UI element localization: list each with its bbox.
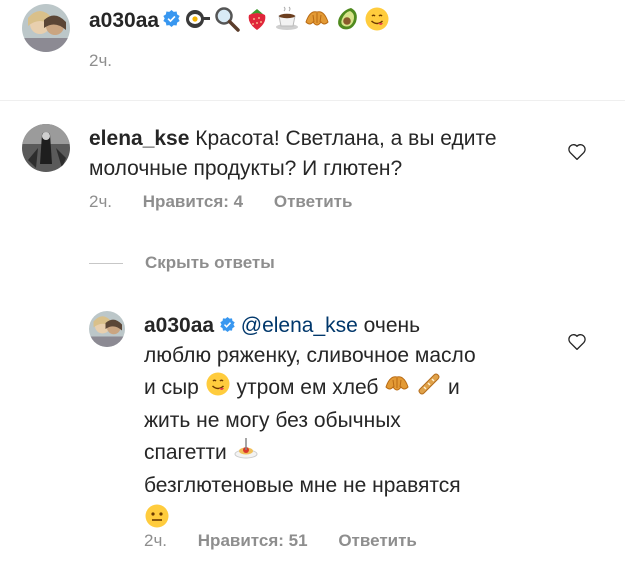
frying-pan-egg-icon xyxy=(184,6,211,37)
reply-time: 2ч. xyxy=(144,531,168,550)
magnifier-icon xyxy=(214,6,240,37)
verified-icon xyxy=(220,311,235,341)
comment-reply-button[interactable]: Ответить xyxy=(274,192,353,211)
mention-link[interactable]: @elena_kse xyxy=(241,314,358,337)
reply-line-5: спагетти xyxy=(144,436,544,471)
croissant-icon xyxy=(384,371,410,406)
post-meta: 2ч. xyxy=(89,51,138,71)
like-comment-heart-icon[interactable] xyxy=(567,143,587,166)
comment-body: elena_kse Красота! Светлана, а вы едите … xyxy=(89,124,559,184)
baguette-icon xyxy=(416,371,442,406)
comment-meta: 2ч. Нравится: 4 Ответить xyxy=(89,192,378,212)
reply-meta: 2ч. Нравится: 51 Ответить xyxy=(144,531,443,551)
reply-text-1: очень xyxy=(363,314,421,337)
reply-text-3b: утром ем хлеб xyxy=(236,376,379,400)
like-reply-heart-icon[interactable] xyxy=(567,333,587,356)
comment-time: 2ч. xyxy=(89,192,113,211)
reply-text-3c: и xyxy=(448,376,460,400)
avatar-elena-kse[interactable] xyxy=(22,124,70,172)
post-time: 2ч. xyxy=(89,51,113,70)
hide-replies-button[interactable]: Скрыть ответы xyxy=(145,253,275,273)
username[interactable]: a030aa xyxy=(89,9,159,33)
verified-icon xyxy=(163,10,180,32)
reply-username[interactable]: a030aa xyxy=(144,314,214,337)
reply-line-4: жить не могу без обычных xyxy=(144,409,401,433)
reply-text-5: спагетти xyxy=(144,441,227,465)
coffee-icon xyxy=(274,6,300,37)
croissant-icon xyxy=(304,6,330,37)
reply-body: a030aa @elena_kse очень люблю ряженку, с… xyxy=(144,311,544,538)
reply-reply-button[interactable]: Ответить xyxy=(338,531,417,550)
reply-line-6: безглютеновые мне не нравятся xyxy=(144,474,461,498)
reply-line-1: a030aa @elena_kse очень xyxy=(144,311,544,341)
strawberry-icon xyxy=(244,6,270,37)
reply-likes[interactable]: Нравится: 51 xyxy=(198,531,308,550)
hide-replies-line xyxy=(89,263,123,264)
avocado-icon xyxy=(334,6,360,37)
comment-likes[interactable]: Нравится: 4 xyxy=(143,192,243,211)
avatar-a030aa[interactable] xyxy=(22,4,70,52)
reply-line-3: и сыр утром ем хлеб и xyxy=(144,371,544,406)
yum-face-icon xyxy=(364,6,390,37)
spaghetti-icon xyxy=(233,436,259,471)
comment-username[interactable]: elena_kse xyxy=(89,127,189,150)
post-author-row: a030aa xyxy=(89,4,390,38)
yum-face-icon xyxy=(205,371,231,406)
reply-line-2: люблю ряженку, сливочное масло xyxy=(144,344,476,368)
divider xyxy=(0,100,625,101)
reply-text-3a: и сыр xyxy=(144,376,199,400)
avatar-a030aa-reply[interactable] xyxy=(89,311,125,347)
